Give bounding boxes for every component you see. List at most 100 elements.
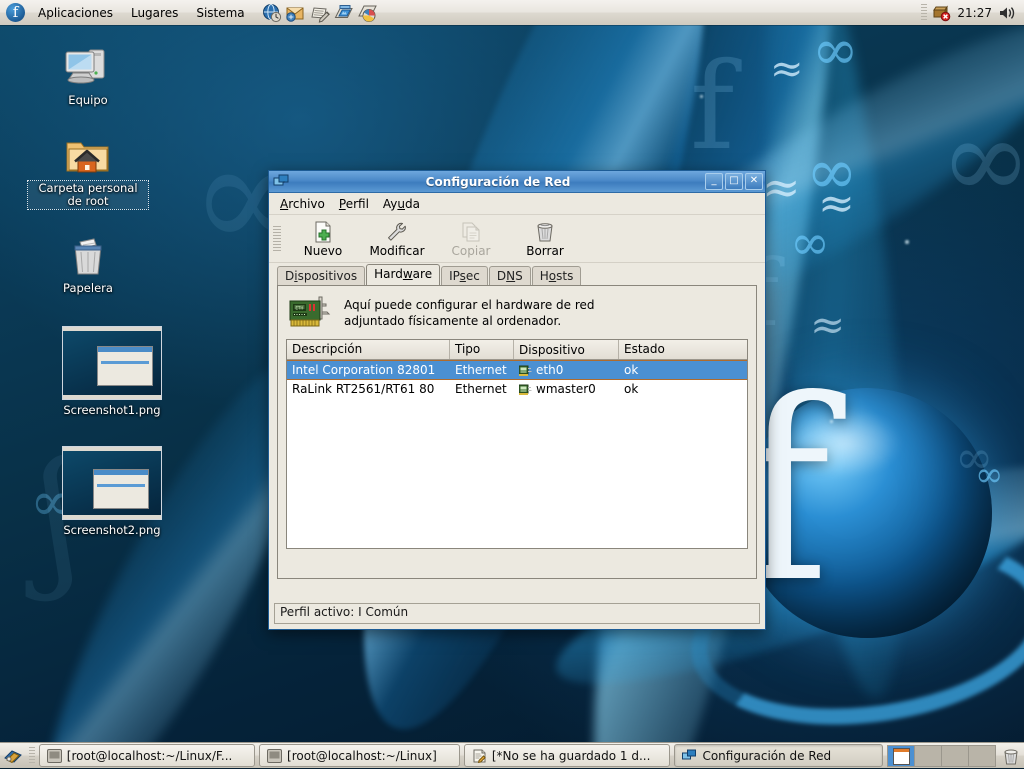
tab-panel-hardware: ETH Aquí puede configurar el hardware de… [277, 285, 757, 579]
svg-text:ETH: ETH [296, 307, 304, 311]
taskbar-item-label: [root@localhost:~/Linux] [287, 748, 437, 763]
cell-dispositivo-label: wmaster0 [536, 382, 596, 396]
panel-grip[interactable] [29, 746, 35, 765]
close-button[interactable]: ✕ [745, 173, 763, 190]
wallpaper-glyph: ∞ [940, 95, 1024, 223]
menu-sistema[interactable]: Sistema [187, 4, 253, 22]
web-browser-icon[interactable] [261, 3, 283, 23]
clock[interactable]: 21:27 [951, 6, 998, 20]
workspace-3[interactable] [942, 745, 969, 766]
toolbar-handle[interactable] [273, 225, 281, 252]
table-row[interactable]: Intel Corporation 82801 Ethernet eth0 ok [287, 360, 747, 380]
writer-icon[interactable] [309, 3, 331, 23]
maximize-button[interactable]: □ [725, 173, 743, 190]
wallpaper-glyph: ≈ [770, 46, 804, 92]
network-config-window: Configuración de Red _ □ ✕ Archivo Perfi… [268, 170, 766, 630]
workspace-2[interactable] [915, 745, 942, 766]
wallpaper-glyph: ≈ [818, 178, 855, 229]
taskbar-item[interactable]: [root@localhost:~/Linux/F... [38, 744, 256, 767]
cell-tipo: Ethernet [455, 363, 507, 377]
cell-estado: ok [624, 382, 639, 396]
desktop-icon-label: Equipo [68, 93, 108, 107]
wrench-icon [360, 220, 434, 244]
tab-hardware[interactable]: Hardware [366, 264, 441, 285]
wallpaper-glyph: ≈ [762, 160, 801, 214]
terminal-icon [267, 748, 283, 763]
menu-archivo[interactable]: Archivo [273, 196, 332, 212]
copy-icon [434, 220, 508, 244]
toolbar-label: Modificar [369, 244, 425, 258]
toolbar-modificar[interactable]: Modificar [360, 219, 434, 258]
toolbar-label: Borrar [526, 244, 564, 258]
window-titlebar[interactable]: Configuración de Red _ □ ✕ [269, 171, 765, 193]
column-header-estado[interactable]: Estado [619, 340, 739, 359]
taskbar-item[interactable]: Configuración de Red [674, 744, 883, 767]
column-header-descripcion[interactable]: Descripción [287, 340, 450, 359]
calc-icon[interactable] [357, 3, 379, 23]
toolbar-label: Nuevo [303, 244, 343, 258]
panel-grip[interactable] [921, 3, 928, 22]
network-card-icon [518, 365, 532, 376]
wallpaper-glyph: ∞ [975, 455, 1004, 495]
table-row[interactable]: RaLink RT2561/RT61 80 Ethernet wmaster0 … [287, 380, 747, 398]
cell-descripcion: Intel Corporation 82801 [292, 363, 436, 377]
workspace-1[interactable] [888, 745, 915, 766]
toolbar-nuevo[interactable]: Nuevo [286, 219, 360, 258]
toolbar-borrar[interactable]: Borrar [508, 219, 582, 258]
network-card-icon [518, 384, 532, 395]
taskbar-item-label: [root@localhost:~/Linux/F... [66, 748, 233, 763]
workspace-switcher[interactable] [887, 744, 996, 767]
minimize-button[interactable]: _ [705, 173, 723, 190]
cell-dispositivo: eth0 [514, 363, 619, 377]
impress-icon[interactable] [333, 3, 355, 23]
cell-estado: ok [624, 363, 639, 377]
hardware-info: ETH Aquí puede configurar el hardware de… [278, 286, 756, 339]
trash-icon [508, 220, 582, 244]
taskbar-item[interactable]: [root@localhost:~/Linux] [259, 744, 460, 767]
cell-dispositivo-label: eth0 [536, 363, 564, 377]
desktop-icon-equipo[interactable]: Equipo [28, 40, 148, 108]
menu-ayuda[interactable]: Ayuda [376, 196, 427, 212]
wallpaper-sparkle [905, 240, 909, 244]
tab-ipsec[interactable]: IPsec [441, 266, 488, 286]
wallpaper-sparkle [830, 420, 833, 423]
cell-descripcion: RaLink RT2561/RT61 80 [292, 382, 435, 396]
workspace-4[interactable] [969, 746, 995, 766]
desktop-icon-screenshot1[interactable]: Screenshot1.png [52, 322, 172, 418]
desktop-icon-carpeta-personal[interactable]: Carpeta personal de root [27, 128, 149, 210]
fedora-logo-icon[interactable]: f [6, 3, 25, 22]
taskbar-item-label: [*No se ha guardado 1 d... [491, 748, 651, 763]
new-document-icon [286, 220, 360, 244]
tab-dispositivos[interactable]: Dispositivos [277, 266, 366, 286]
network-config-icon [273, 174, 290, 190]
desktop-icon-papelera[interactable]: Papelera [28, 228, 148, 296]
menu-perfil[interactable]: Perfil [332, 196, 376, 212]
computer-icon [28, 40, 148, 90]
menu-lugares[interactable]: Lugares [122, 4, 187, 22]
desktop-icon-screenshot2[interactable]: Screenshot2.png [52, 442, 172, 538]
desktop-icon-label: Papelera [63, 281, 113, 295]
tab-dns[interactable]: DNS [488, 266, 531, 286]
volume-icon[interactable] [998, 4, 1018, 22]
column-header-dispositivo[interactable]: Dispositivo [514, 340, 619, 359]
cell-tipo: Ethernet [455, 382, 507, 396]
package-update-error-icon[interactable] [931, 3, 951, 22]
wallpaper-glyph: f [690, 38, 735, 177]
wallpaper-sparkle [700, 95, 703, 98]
menu-aplicaciones[interactable]: Aplicaciones [29, 4, 122, 22]
column-header-tipo[interactable]: Tipo [450, 340, 514, 359]
email-icon[interactable] [285, 3, 307, 23]
toolbar-copiar: Copiar [434, 219, 508, 258]
text-editor-icon [472, 749, 487, 763]
network-config-icon [682, 749, 697, 763]
cell-dispositivo: wmaster0 [514, 382, 619, 396]
taskbar-item[interactable]: [*No se ha guardado 1 d... [463, 744, 671, 767]
hardware-description: Aquí puede configurar el hardware de red… [344, 297, 595, 329]
show-desktop-icon[interactable] [3, 746, 23, 766]
hardware-description-line2: adjuntado físicamente al ordenador. [344, 314, 562, 328]
taskbar-item-label: Configuración de Red [702, 748, 832, 763]
trash-applet-icon[interactable] [1001, 746, 1021, 766]
tab-hosts[interactable]: Hosts [531, 266, 582, 286]
hardware-table[interactable]: Descripción Tipo Dispositivo Estado Inte… [286, 339, 748, 549]
tab-strip: Dispositivos Hardware IPsec DNS Hosts [269, 263, 765, 286]
